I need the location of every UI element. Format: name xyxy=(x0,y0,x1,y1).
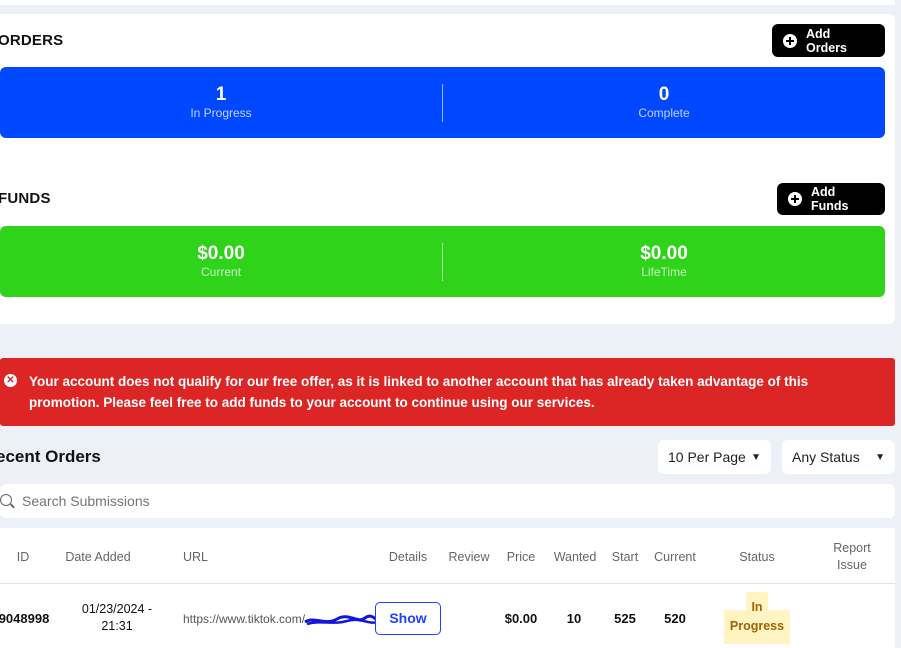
in-progress-label: In Progress xyxy=(190,105,252,120)
col-header-url: URL xyxy=(182,550,208,564)
url-redaction-scribble xyxy=(304,614,381,626)
search-bar xyxy=(0,484,895,518)
col-header-details: Details xyxy=(388,550,428,564)
add-funds-button[interactable]: Add Funds xyxy=(777,183,885,215)
row-current: 520 xyxy=(664,611,686,626)
add-orders-button[interactable]: Add Orders xyxy=(772,24,885,57)
status-filter-value: Any Status xyxy=(792,449,860,465)
col-header-status: Status xyxy=(739,550,775,564)
add-funds-label: Add Funds xyxy=(811,185,849,213)
lifetime-funds-value: $0.00 xyxy=(640,242,688,264)
plus-circle-icon xyxy=(788,192,802,206)
row-id: 9048998 xyxy=(0,611,50,626)
recent-orders-title: ecent Orders xyxy=(0,447,101,466)
col-header-id: ID xyxy=(16,550,30,564)
funds-title: FUNDS xyxy=(0,190,51,207)
orders-stats-bar: 1 In Progress 0 Complete xyxy=(0,67,885,138)
orders-table: ID Date Added URL Details Review Price W… xyxy=(0,528,895,648)
complete-label: Complete xyxy=(638,105,690,120)
col-header-wanted: Wanted xyxy=(553,550,597,564)
row-start: 525 xyxy=(614,611,636,626)
alert-message: Your account does not qualify for our fr… xyxy=(29,374,809,410)
row-url-link[interactable]: https://www.tiktok.com/ xyxy=(183,612,323,626)
row-wanted: 10 xyxy=(566,611,582,626)
col-header-date: Date Added xyxy=(65,550,131,564)
current-funds-stat: $0.00 Current xyxy=(0,226,442,297)
col-header-report-issue: Report Issue xyxy=(833,541,871,572)
close-circle-icon: ✕ xyxy=(4,374,17,387)
status-line1: In xyxy=(751,600,763,614)
caret-down-icon: ▼ xyxy=(751,451,761,463)
top-band xyxy=(0,0,895,5)
per-page-select[interactable]: 10 Per Page ▼ xyxy=(658,440,771,474)
in-progress-count: 1 xyxy=(215,83,227,105)
plus-circle-icon xyxy=(783,33,797,48)
row-price: $0.00 xyxy=(504,611,538,626)
row-date-line1: 01/23/2024 - xyxy=(81,602,153,616)
caret-down-icon: ▼ xyxy=(875,451,885,463)
col-header-review: Review xyxy=(448,550,490,564)
orders-title: ORDERS xyxy=(0,32,64,49)
current-funds-value: $0.00 xyxy=(197,242,245,264)
status-filter-select[interactable]: Any Status ▼ xyxy=(782,440,895,474)
col-header-start: Start xyxy=(611,550,639,564)
complete-count: 0 xyxy=(658,83,670,105)
complete-stat: 0 Complete xyxy=(443,67,885,138)
search-input[interactable] xyxy=(22,493,422,509)
funds-stats-bar: $0.00 Current $0.00 LifeTime xyxy=(0,226,885,297)
in-progress-stat: 1 In Progress xyxy=(0,67,442,138)
lifetime-funds-label: LifeTime xyxy=(641,264,687,279)
status-badge: In Progress xyxy=(724,592,790,646)
col-header-price: Price xyxy=(506,550,536,564)
add-orders-label: Add Orders xyxy=(806,26,847,55)
lifetime-funds-stat: $0.00 LifeTime xyxy=(443,226,885,297)
per-page-value: 10 Per Page xyxy=(668,449,746,465)
error-alert: ✕ Your account does not qualify for our … xyxy=(0,358,895,426)
status-line2: Progress xyxy=(729,619,785,633)
row-date-line2: 21:31 xyxy=(101,619,133,633)
show-details-button[interactable]: Show xyxy=(375,602,441,635)
current-funds-label: Current xyxy=(200,264,241,279)
col-header-current: Current xyxy=(654,550,696,564)
search-icon xyxy=(0,494,12,506)
table-header-divider xyxy=(0,583,895,584)
